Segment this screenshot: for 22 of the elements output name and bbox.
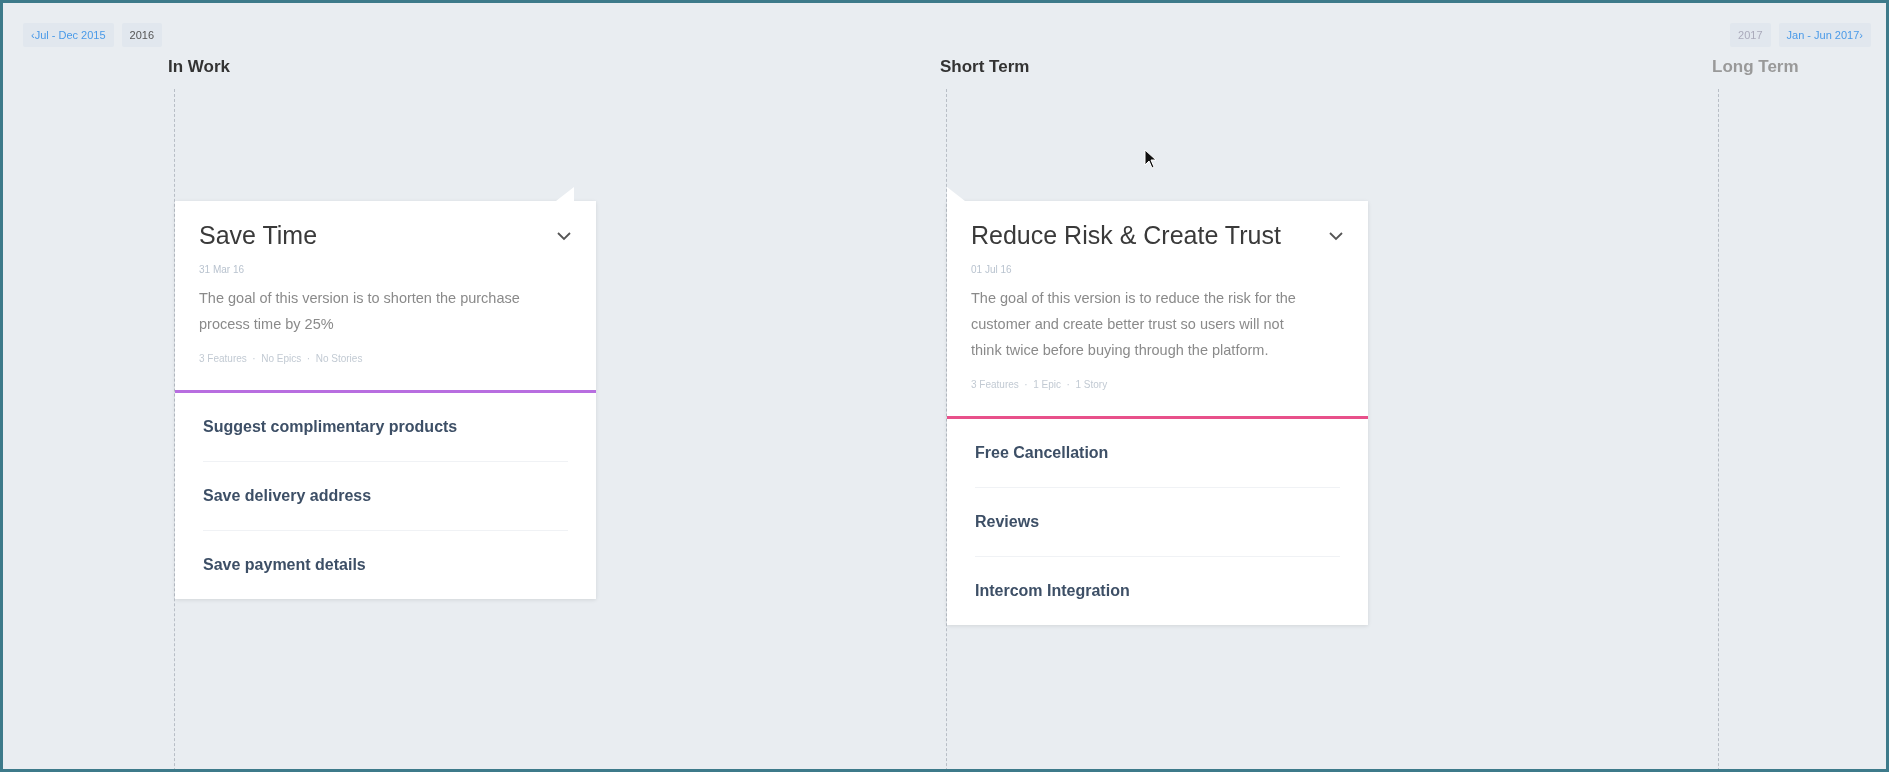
card-meta: 3 Features · 1 Epic · 1 Story	[971, 379, 1109, 390]
chevron-down-icon[interactable]	[1328, 230, 1344, 241]
feature-item[interactable]: Suggest complimentary products	[203, 418, 458, 436]
mouse-cursor-icon	[1144, 149, 1158, 169]
card-meta: 3 Features · No Epics · No Stories	[199, 353, 364, 364]
column-title: Short Term	[940, 56, 1031, 78]
card-description: The goal of this version is to reduce the risk for the customer and create better trust so users will not think twice before buying through the platform.	[971, 289, 1297, 360]
current-year-label: 2016	[121, 23, 163, 47]
column-title: In Work	[168, 56, 232, 78]
column-title: Long Term	[1712, 56, 1800, 78]
card-date: 01 Jul 16	[971, 264, 1013, 275]
feature-item[interactable]: Save delivery address	[203, 487, 372, 505]
feature-item[interactable]: Reviews	[975, 513, 1040, 531]
next-year-label: 2017	[1730, 23, 1771, 47]
card-title: Save Time	[199, 221, 318, 250]
card-date: 31 Mar 16	[199, 264, 246, 275]
feature-item[interactable]: Free Cancellation	[975, 444, 1109, 462]
chevron-down-icon[interactable]	[556, 230, 572, 241]
feature-item[interactable]: Intercom Integration	[975, 582, 1130, 600]
card-description: The goal of this version is to shorten the purchase process time by 25%	[199, 289, 521, 334]
card-title: Reduce Risk & Create Trust	[971, 221, 1281, 250]
feature-item[interactable]: Save payment details	[203, 556, 366, 574]
